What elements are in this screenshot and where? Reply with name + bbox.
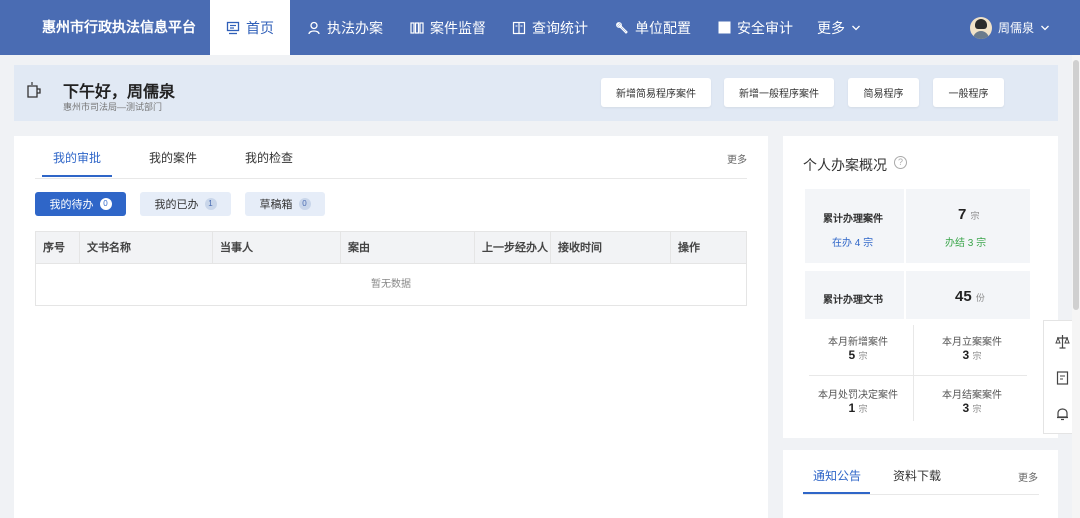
filter-my-done[interactable]: 我的已办 1 [140,192,231,216]
top-nav: 惠州市行政执法信息平台 首页 执法办案 案件监督 查询统计 单位配置 安全审计 … [0,0,1080,55]
chevron-down-icon [1041,25,1049,30]
tab-downloads[interactable]: 资料下载 [893,467,941,484]
cup-icon [27,82,41,98]
tabs-divider [35,178,747,179]
count-badge: 0 [99,198,112,210]
filter-drafts[interactable]: 草稿箱 0 [245,192,325,216]
monthly-penalty-value: 1 宗 [848,401,868,415]
notice-panel [783,450,1058,518]
monthly-divider [913,325,914,421]
person-icon [308,21,320,34]
monthly-filed-value: 3 宗 [962,348,982,362]
work-more-link[interactable]: 更多 [727,151,747,166]
monthly-closed-value: 3 宗 [962,401,982,415]
col-received-time: 接收时间 [550,232,670,264]
scrollbar-thumb[interactable] [1073,60,1079,310]
nav-enforcement-label: 执法办案 [327,19,383,36]
tab-my-approval[interactable]: 我的审批 [53,149,101,166]
user-menu[interactable]: 周儒泉 [969,0,1050,55]
filter-my-todo[interactable]: 我的待办 0 [35,192,126,216]
active-tab-indicator [803,492,870,494]
col-previous-handler: 上一步经办人 [474,232,550,264]
count-badge: 1 [204,198,217,210]
col-actions: 操作 [670,232,746,264]
closed-count[interactable]: 办结 3 宗 [945,234,986,249]
home-icon [226,21,240,34]
avatar [969,16,992,39]
tabs-divider [803,494,1039,495]
col-doc-name: 文书名称 [79,232,212,264]
nav-more-label: 更多 [817,19,845,36]
filter-label: 草稿箱 [259,199,293,211]
nav-statistics-label: 查询统计 [532,19,588,36]
bell-icon[interactable] [1054,406,1070,422]
nav-audit-label: 安全审计 [737,19,793,36]
active-tab-indicator [42,175,112,177]
nav-home-label: 首页 [246,19,274,36]
general-procedure-button[interactable]: 一般程序 [933,78,1004,107]
work-panel [14,136,768,518]
app-title: 惠州市行政执法信息平台 [42,19,196,35]
help-icon[interactable]: ? [894,156,907,169]
total-cases-value: 7 宗 [958,206,980,223]
monthly-new-value: 5 宗 [848,348,868,362]
wrench-icon [616,21,628,34]
total-cases-card [805,189,1030,263]
nav-config[interactable]: 单位配置 [615,0,691,55]
filter-label: 我的已办 [154,199,199,211]
monthly-closed-label: 本月结案案件 [942,390,1002,401]
book-icon [512,21,526,34]
square-icon [718,21,731,34]
col-party: 当事人 [212,232,340,264]
monthly-filed-label: 本月立案案件 [942,337,1002,348]
total-cases-label: 累计办理案件 [823,214,883,225]
greeting-title: 下午好，周儒泉 [63,84,176,101]
nav-audit[interactable]: 安全审计 [718,0,793,55]
nav-config-label: 单位配置 [635,19,691,36]
tab-my-cases[interactable]: 我的案件 [149,149,197,166]
monthly-penalty-label: 本月处罚决定案件 [818,390,898,401]
tab-my-inspections[interactable]: 我的检查 [245,149,293,166]
nav-home[interactable]: 首页 [210,0,290,55]
user-name: 周儒泉 [997,21,1034,35]
tab-notices[interactable]: 通知公告 [813,467,861,484]
new-simple-case-button[interactable]: 新增简易程序案件 [601,78,711,107]
nav-supervision[interactable]: 案件监督 [410,0,486,55]
col-index: 序号 [43,242,65,254]
scale-icon[interactable] [1054,333,1070,349]
simple-procedure-button[interactable]: 简易程序 [848,78,919,107]
approval-table: 序号 文书名称 当事人 案由 上一步经办人 接收时间 操作 暂无数据 [35,231,747,306]
columns-icon [410,21,424,34]
total-docs-value: 45 份 [955,288,985,305]
chevron-down-icon [852,25,860,30]
greeting-subtitle: 惠州市司法局—测试部门 [63,102,163,112]
new-general-case-button[interactable]: 新增一般程序案件 [724,78,834,107]
col-cause: 案由 [340,232,474,264]
nav-enforcement[interactable]: 执法办案 [307,0,383,55]
nav-supervision-label: 案件监督 [430,19,486,36]
document-icon[interactable] [1054,370,1070,386]
nav-statistics[interactable]: 查询统计 [512,0,588,55]
notice-more-link[interactable]: 更多 [1018,469,1038,484]
monthly-divider [809,375,1027,376]
in-progress-count[interactable]: 在办 4 宗 [832,234,873,249]
overview-title: 个人办案概况 [803,157,887,173]
total-docs-label: 累计办理文书 [823,295,883,306]
monthly-new-label: 本月新增案件 [828,337,888,348]
count-badge: 0 [298,198,311,210]
table-header: 序号 文书名称 当事人 案由 上一步经办人 接收时间 操作 [36,232,746,264]
empty-state: 暂无数据 [371,279,411,290]
filter-label: 我的待办 [49,199,94,211]
nav-more[interactable]: 更多 [817,0,861,55]
